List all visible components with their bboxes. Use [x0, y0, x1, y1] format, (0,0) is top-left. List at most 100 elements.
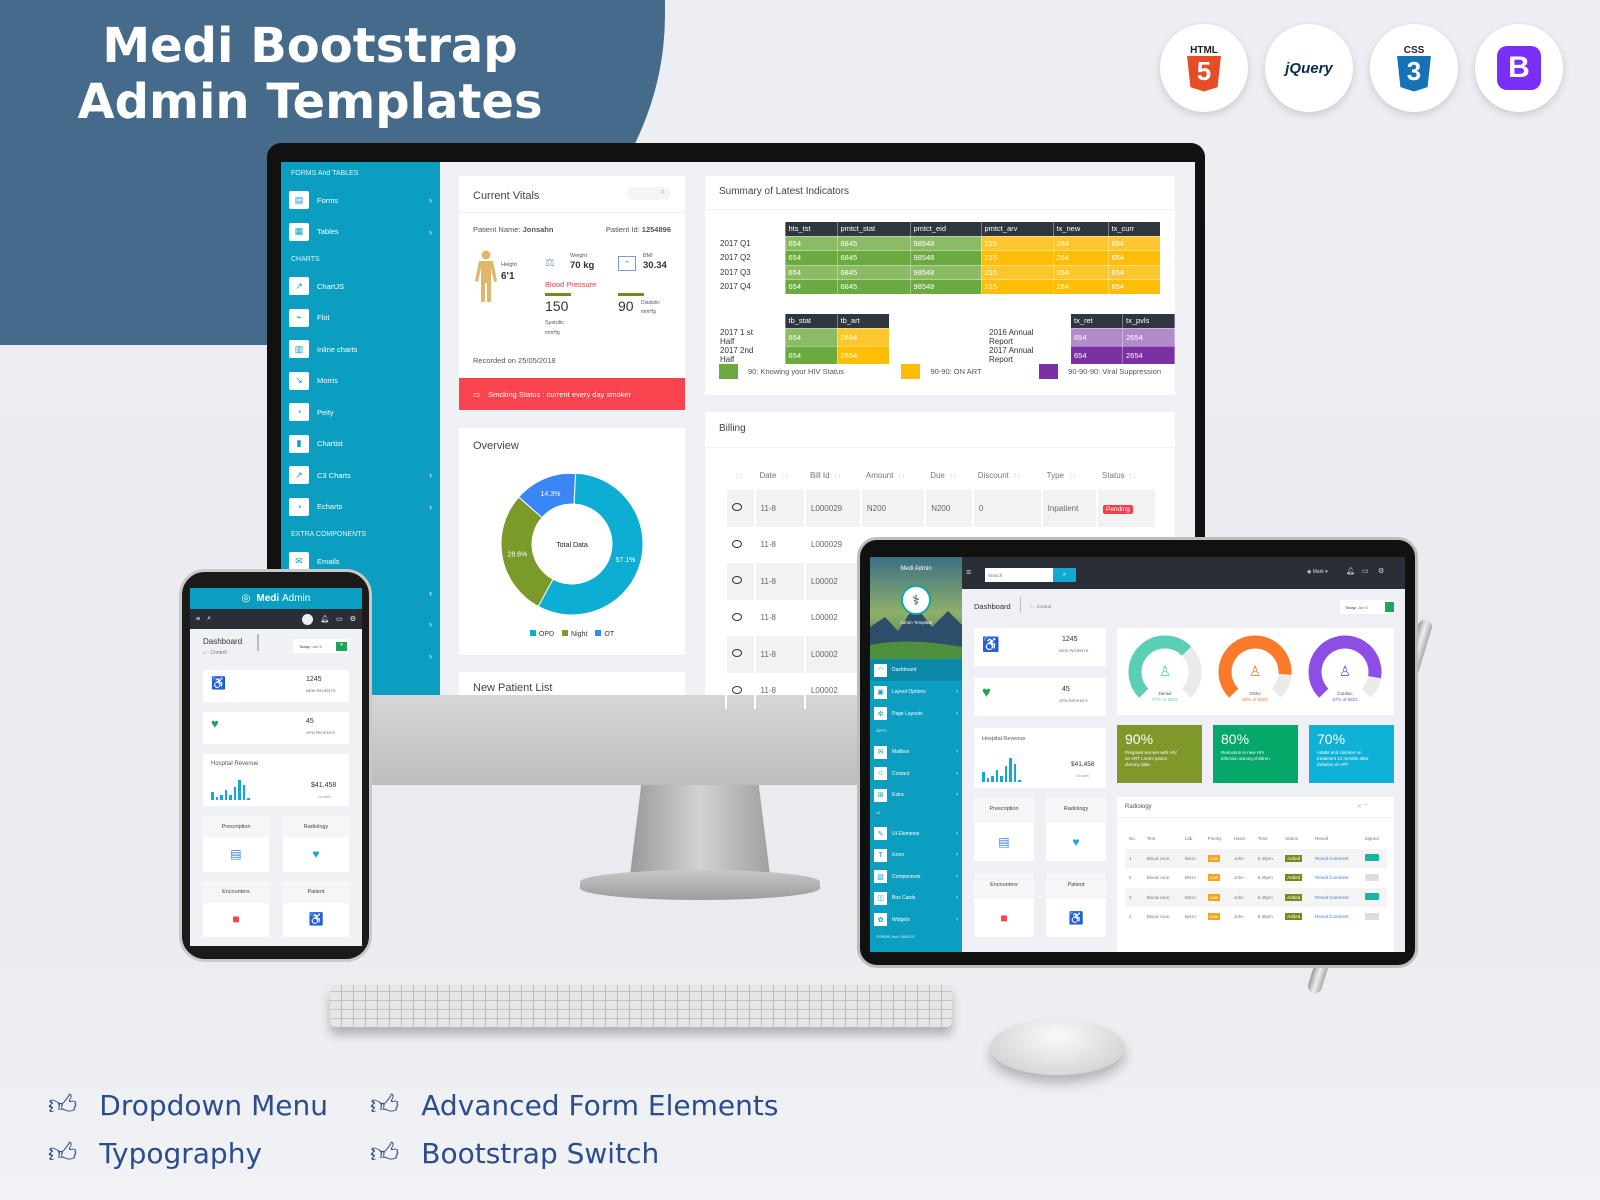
column-header[interactable]: Bill Id ↑↓ — [805, 460, 861, 490]
tile-radiology[interactable]: Radiology ♥ — [283, 816, 349, 872]
signed-toggle[interactable] — [1364, 893, 1379, 901]
search-input[interactable] — [985, 568, 1053, 582]
tile-patient[interactable]: Patient ♿ — [1046, 873, 1106, 937]
signed-toggle[interactable] — [1364, 854, 1379, 862]
sidebar-item[interactable]: ✉ Emails — [289, 551, 432, 571]
cell-lab: Micro — [1184, 875, 1196, 881]
sidebar-item[interactable]: ◔ Echarts › — [289, 497, 432, 517]
cell: 98548 — [909, 279, 982, 295]
status-badge: Added — [1285, 913, 1303, 921]
card-title: New Patient List — [473, 682, 553, 694]
column-header[interactable]: Date ↑↓ — [755, 460, 805, 490]
chevron-down-icon[interactable]: ▾ — [336, 641, 347, 651]
row-radio[interactable] — [732, 612, 742, 621]
cell: 264 — [1052, 279, 1109, 295]
column-header[interactable]: Amount ↑↓ — [861, 460, 925, 490]
sidebar-item[interactable]: ◔ Peity — [289, 402, 432, 422]
search-icon[interactable]: ⌕ — [207, 615, 211, 623]
row-label: 2017 Q4 — [720, 282, 751, 292]
badge-label: CSS — [1403, 44, 1425, 56]
tile-prescription[interactable]: Prescription ▤ — [203, 816, 269, 872]
sidebar-item[interactable]: ▤ Forms › — [289, 190, 432, 210]
sidebar-item[interactable]: ✉ Mailbox › — [874, 743, 958, 761]
bell-icon[interactable]: 🔔︎ — [1346, 567, 1355, 575]
result-comment-link[interactable]: Result Comment — [1315, 914, 1349, 919]
dashboard-icon: ◠ — [874, 663, 887, 677]
row-radio[interactable] — [732, 539, 742, 548]
column-header[interactable]: Type ↑↓ — [1042, 460, 1097, 490]
monitor-base — [580, 870, 820, 900]
diastolic-label: Diastolic — [641, 300, 660, 306]
legend-swatch — [595, 630, 602, 636]
sidebar-item[interactable]: ▣ Layout Options › — [874, 683, 958, 701]
result-comment-link[interactable]: Result Comment — [1315, 895, 1349, 900]
vitals-search[interactable]: ⌕ — [627, 187, 671, 200]
sidebar-item[interactable]: ☺ Contact › — [874, 765, 958, 783]
tile-patient[interactable]: Patient ♿ — [283, 881, 349, 937]
sidebar-item[interactable]: ▧ Components › — [874, 868, 958, 886]
cell: 2654 — [836, 327, 890, 347]
column-header[interactable]: Status ↑↓ — [1097, 460, 1155, 490]
sidebar-item[interactable]: ▥ Inline charts — [289, 339, 432, 359]
priority-badge: Low — [1207, 913, 1220, 921]
sidebar-item[interactable]: ✎ UI Elements › — [874, 825, 958, 843]
signed-toggle[interactable] — [1364, 873, 1379, 881]
user-menu[interactable]: ◉ Mark ▾ — [1307, 569, 1328, 575]
date-picker[interactable]: Today: Jan 6 — [1340, 600, 1394, 614]
sidebar-item[interactable]: ↗ ChartJS — [289, 276, 432, 296]
bell-icon[interactable]: 🔔︎ — [320, 615, 329, 623]
tile-encounters[interactable]: Encounters ■ — [974, 873, 1034, 937]
stat-percent: 90% — [1125, 731, 1154, 747]
inbox-icon[interactable]: ▭ — [1362, 567, 1369, 575]
column-header[interactable]: Due ↑↓ — [925, 460, 973, 490]
cell-no: 1 — [1125, 848, 1143, 868]
column-header[interactable]: Discount ↑↓ — [973, 460, 1042, 490]
date-picker[interactable]: Today: Jan 6 ▾ — [293, 639, 349, 653]
tile-encounters[interactable]: Encounters ■ — [203, 881, 269, 937]
sidebar-item[interactable]: ▦ Tables › — [289, 222, 432, 242]
revenue-bar — [238, 780, 241, 800]
sidebar-item[interactable]: ↘ Morris — [289, 371, 432, 391]
sidebar-item[interactable]: T Icons › — [874, 846, 958, 864]
result-comment-link[interactable]: Result Comment — [1315, 856, 1349, 861]
column-header[interactable]: ↑↓ — [726, 460, 755, 490]
page-title: Dashboard — [974, 602, 1011, 611]
sidebar-item[interactable]: ⊞ Extra › — [874, 786, 958, 804]
home-icon[interactable]: ⌂ — [203, 650, 206, 656]
gear-icon[interactable]: ⚙ — [1378, 567, 1384, 575]
tile-radiology[interactable]: Radiology ♥ — [1046, 797, 1106, 861]
result-comment-link[interactable]: Result Comment — [1315, 875, 1349, 880]
menu-icon[interactable]: ≡ — [966, 567, 971, 577]
sidebar-item[interactable]: ◫ Box Cards › — [874, 889, 958, 907]
inbox-icon[interactable]: ▭ — [336, 615, 343, 623]
current-vitals-card: Current Vitals ⌕ Patient Name: Jonsahn P… — [459, 176, 685, 410]
menu-icon[interactable]: ≡ — [196, 616, 200, 623]
home-icon[interactable]: ⌂ — [1030, 604, 1033, 609]
sidebar-item[interactable]: ◠ Dashboard — [870, 659, 962, 681]
signed-toggle[interactable] — [1364, 912, 1379, 920]
sidebar-section-header: FORMS And TABLES — [291, 170, 359, 177]
sidebar-item[interactable]: ⌁ Flot — [289, 308, 432, 328]
chevron-down-icon[interactable] — [1385, 602, 1394, 612]
pie-chart-icon: ◔ — [289, 497, 309, 516]
sidebar-item[interactable]: ✲ Page Layouts › — [874, 705, 958, 723]
row-radio[interactable] — [732, 576, 742, 585]
radiology-table: No. Test Lab Priority Hand. Time Status Result S… — [1125, 829, 1387, 927]
gear-icon[interactable]: ⚙ — [350, 615, 356, 623]
weight-value: 70 kg — [570, 260, 595, 271]
legend-item: OPD — [529, 630, 554, 638]
sidebar-section-header: APPS — [876, 728, 887, 733]
search-button[interactable]: ⌕ — [1053, 568, 1076, 582]
row-radio[interactable] — [732, 503, 742, 512]
sidebar-item[interactable]: ▮ Chartist — [289, 434, 432, 454]
close-icon[interactable]: ✕ ⌃ — [1357, 803, 1369, 810]
revenue-bar — [215, 796, 218, 800]
tile-prescription[interactable]: Prescription ▤ — [974, 797, 1034, 861]
sidebar-item[interactable]: ✿ Widgets › — [874, 911, 958, 929]
cell: 2654 — [1122, 345, 1175, 365]
cell-bill_id: L00002 — [803, 636, 861, 673]
row-radio[interactable] — [732, 685, 742, 694]
row-radio[interactable] — [732, 649, 742, 658]
avatar[interactable] — [302, 613, 314, 625]
sidebar-item[interactable]: ↗ C3 Charts › — [289, 465, 432, 485]
